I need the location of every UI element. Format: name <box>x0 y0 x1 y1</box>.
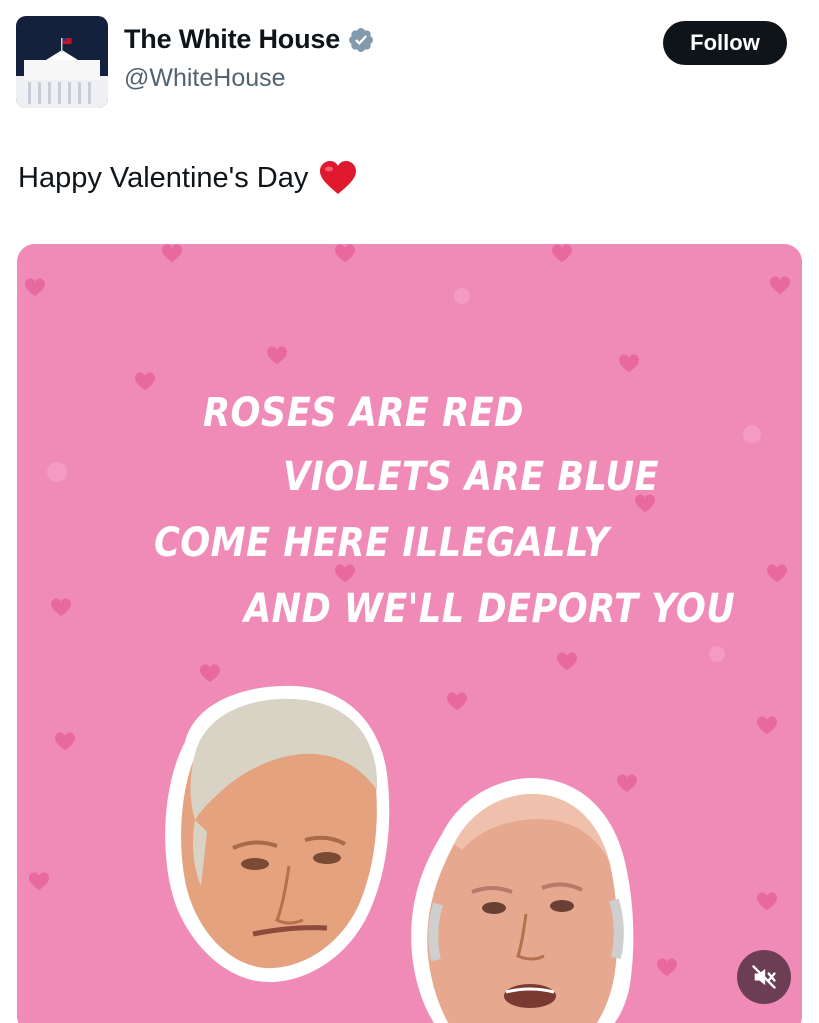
poem-line-2: VIOLETS ARE BLUE <box>283 454 660 500</box>
display-name[interactable]: The White House <box>124 24 340 55</box>
verified-badge-icon <box>349 27 373 52</box>
speaker-muted-icon <box>752 965 776 989</box>
poem-line-1: ROSES ARE RED <box>203 390 524 436</box>
mute-toggle-button[interactable] <box>737 950 791 1004</box>
tweet-text-content: Happy Valentine's Day <box>18 161 309 194</box>
profile-avatar[interactable] <box>16 16 108 108</box>
white-house-logo-icon <box>16 16 108 108</box>
poem-line-4: AND WE'LL DEPORT YOU <box>244 586 736 632</box>
poem-line-3: COME HERE ILLEGALLY <box>154 520 610 566</box>
account-handle[interactable]: @WhiteHouse <box>124 64 286 93</box>
follow-button[interactable]: Follow <box>663 21 787 65</box>
account-name-row[interactable]: The White House <box>124 24 375 55</box>
face-cutout-left <box>165 685 390 983</box>
tweet-page: The White House @WhiteHouse Follow Happy… <box>0 0 819 1023</box>
face-cutout-right <box>411 778 634 1023</box>
tweet-text: Happy Valentine's Day <box>18 160 358 196</box>
tweet-media-video[interactable]: ROSES ARE RED VIOLETS ARE BLUE COME HERE… <box>17 244 802 1023</box>
heart-emoji-icon <box>320 161 357 194</box>
